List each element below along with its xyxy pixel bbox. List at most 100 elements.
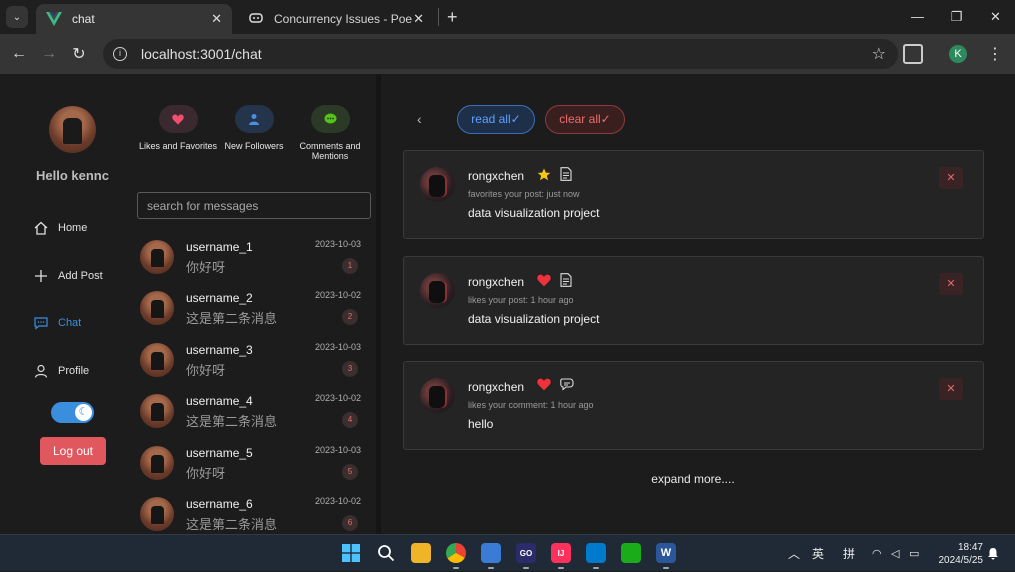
- logout-button[interactable]: Log out: [40, 437, 106, 465]
- message-list-panel: Likes and Favorites New Followers Commen…: [130, 74, 376, 534]
- close-icon[interactable]: ✕: [939, 273, 963, 295]
- site-info-icon[interactable]: i: [113, 47, 127, 61]
- nav-add-post-label: Add Post: [58, 270, 103, 282]
- expand-more-link[interactable]: expand more....: [381, 472, 1005, 486]
- intellij-icon[interactable]: IJ: [551, 543, 571, 569]
- read-all-button[interactable]: read all✓: [457, 105, 535, 134]
- volume-icon[interactable]: ◁: [891, 535, 899, 572]
- app: Hello kennc Home Add Post Chat Profile ☾…: [0, 74, 1015, 534]
- dark-mode-toggle[interactable]: ☾: [51, 402, 94, 423]
- ime-language[interactable]: 英: [812, 535, 824, 572]
- document-icon: [560, 167, 572, 186]
- list-item[interactable]: username_5 你好呀 2023-10-03 5: [140, 442, 365, 488]
- notification-content: data visualization project: [468, 312, 600, 326]
- back-arrow-icon[interactable]: ←: [4, 45, 34, 63]
- list-item[interactable]: username_2 这是第二条消息 2023-10-02 2: [140, 287, 365, 333]
- plus-icon: [34, 269, 48, 283]
- greeting: Hello kennc: [36, 168, 109, 183]
- notification-bell-icon[interactable]: [987, 535, 999, 572]
- restore-icon[interactable]: ❐: [937, 0, 976, 34]
- unread-badge: 3: [342, 361, 358, 377]
- wifi-icon[interactable]: ◠: [872, 535, 882, 572]
- notification-card[interactable]: rongxchen likes your comment: 1 hour ago…: [403, 361, 984, 450]
- minimize-icon[interactable]: —: [898, 0, 937, 34]
- notification-content: data visualization project: [468, 206, 600, 220]
- chrome-icon[interactable]: [446, 543, 466, 569]
- document-icon: [560, 273, 572, 292]
- list-item[interactable]: username_3 你好呀 2023-10-03 3: [140, 339, 365, 385]
- category-likes-favorites[interactable]: Likes and Favorites: [138, 105, 218, 151]
- new-tab-icon[interactable]: +: [447, 7, 458, 28]
- close-window-icon[interactable]: ✕: [976, 0, 1015, 34]
- nav-profile[interactable]: Profile: [34, 364, 89, 378]
- tab-chat[interactable]: chat ✕: [36, 4, 232, 34]
- profile-avatar[interactable]: K: [949, 45, 967, 63]
- message-username: username_6: [186, 497, 253, 511]
- avatar: [140, 497, 174, 531]
- tab-title: chat: [72, 12, 95, 26]
- close-icon[interactable]: ✕: [939, 167, 963, 189]
- nav-home-label: Home: [58, 222, 88, 234]
- windows-start-icon[interactable]: [341, 543, 361, 563]
- notification-card[interactable]: rongxchen favorites your post: just now …: [403, 150, 984, 239]
- message-preview: 你好呀: [186, 260, 226, 275]
- message-preview: 这是第二条消息: [186, 517, 278, 532]
- os-taskbar: GO IJ W ︿ 英 拼 ◠ ◁ ▭ 18:47 2024/5/25: [0, 534, 1015, 571]
- close-icon[interactable]: ✕: [939, 378, 963, 400]
- message-preview: 你好呀: [186, 466, 226, 481]
- message-username: username_4: [186, 394, 253, 408]
- chat-icon: [34, 316, 48, 330]
- heart-icon: [158, 105, 198, 133]
- reload-icon[interactable]: ↻: [64, 44, 94, 64]
- notification-action: likes your comment: 1 hour ago: [468, 400, 594, 410]
- list-item[interactable]: username_4 这是第二条消息 2023-10-02 4: [140, 390, 365, 436]
- notification-card[interactable]: rongxchen likes your post: 1 hour ago da…: [403, 256, 984, 345]
- battery-icon[interactable]: ▭: [909, 535, 919, 572]
- tab-poe[interactable]: Concurrency Issues - Poe ✕: [238, 4, 434, 34]
- moon-icon: ☾: [75, 404, 92, 421]
- close-tab-icon[interactable]: ✕: [211, 11, 222, 27]
- nav-add-post[interactable]: Add Post: [34, 269, 103, 283]
- bookmark-star-icon[interactable]: ☆: [872, 44, 886, 64]
- tab-search-button[interactable]: ⌄: [6, 6, 28, 28]
- address-bar[interactable]: i localhost:3001/chat ☆: [103, 39, 898, 69]
- vscode-icon[interactable]: [586, 543, 606, 569]
- ime-mode[interactable]: 拼: [843, 535, 855, 572]
- message-date: 2023-10-02: [314, 393, 361, 403]
- user-avatar[interactable]: [49, 106, 96, 153]
- list-item[interactable]: username_6 这是第二条消息 2023-10-02 6: [140, 493, 365, 539]
- avatar: [140, 343, 174, 377]
- search-input[interactable]: [137, 192, 371, 219]
- home-icon: [34, 221, 48, 235]
- avatar: [420, 167, 455, 202]
- unread-badge: 4: [342, 412, 358, 428]
- tray-chevron-up-icon[interactable]: ︿: [788, 535, 800, 572]
- category-label: New Followers: [224, 141, 284, 151]
- clock[interactable]: 18:47 2024/5/25: [939, 541, 984, 567]
- vue-logo-icon: [46, 11, 62, 27]
- clear-all-button[interactable]: clear all✓: [545, 105, 625, 134]
- chevron-left-icon[interactable]: ‹: [417, 111, 422, 127]
- category-comments-mentions[interactable]: Comments and Mentions: [290, 105, 370, 161]
- avatar: [420, 273, 455, 308]
- notification-action: favorites your post: just now: [468, 189, 580, 199]
- file-explorer-icon[interactable]: [411, 543, 431, 563]
- message-username: username_2: [186, 291, 253, 305]
- forward-arrow-icon[interactable]: →: [34, 45, 64, 63]
- message-username: username_1: [186, 240, 253, 254]
- app-icon[interactable]: [481, 543, 501, 569]
- word-icon[interactable]: W: [656, 543, 676, 569]
- goland-icon[interactable]: GO: [516, 543, 536, 569]
- comment-icon: [310, 105, 350, 133]
- message-date: 2023-10-03: [314, 239, 361, 249]
- search-icon[interactable]: [376, 543, 396, 563]
- nav-home[interactable]: Home: [34, 221, 87, 235]
- category-new-followers[interactable]: New Followers: [214, 105, 294, 151]
- list-item[interactable]: username_1 你好呀 2023-10-03 1: [140, 236, 365, 282]
- nav-chat[interactable]: Chat: [34, 316, 81, 330]
- wechat-icon[interactable]: [621, 543, 641, 563]
- menu-kebab-icon[interactable]: ⋮: [987, 44, 1003, 64]
- close-tab-icon[interactable]: ✕: [413, 11, 424, 27]
- heart-icon: [537, 274, 551, 292]
- extensions-icon[interactable]: [903, 44, 923, 64]
